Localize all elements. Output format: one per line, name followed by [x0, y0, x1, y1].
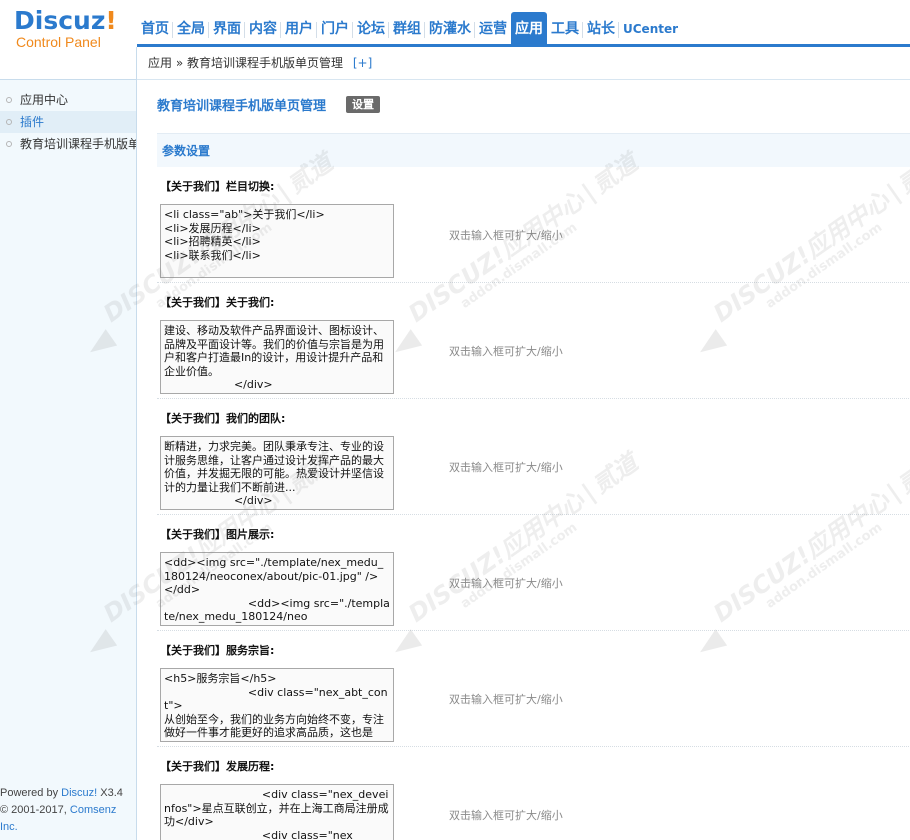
main-content: 教育培训课程手机版单页管理 设置 参数设置 【关于我们】栏目切换: <li cla…	[137, 81, 910, 840]
setting-hint: 双击输入框可扩大/缩小	[449, 693, 563, 706]
setting-hint: 双击输入框可扩大/缩小	[449, 229, 563, 242]
discuz-logo[interactable]: Discuz! Control Panel	[14, 6, 134, 51]
setting-textarea[interactable]: <h5>服务宗旨</h5> <div class="nex_abt_cont">…	[160, 668, 394, 742]
section-title: 参数设置	[157, 133, 910, 167]
sidebar-item-1[interactable]: 插件	[0, 111, 136, 133]
settings-tab[interactable]: 设置	[346, 95, 381, 113]
setting-hint: 双击输入框可扩大/缩小	[449, 809, 563, 822]
discuz-link[interactable]: Discuz!	[61, 787, 97, 799]
nav-tab-3[interactable]: 内容	[245, 12, 281, 46]
sidebar-item-label: 教育培训课程手机版单页管理	[20, 137, 136, 151]
powered-by: Powered by Discuz! X3.4	[0, 787, 123, 799]
nav-tab-10[interactable]: 应用	[511, 12, 547, 46]
setting-hint: 双击输入框可扩大/缩小	[449, 577, 563, 590]
sidebar-menu: 应用中心插件教育培训课程手机版单页管理	[0, 80, 136, 155]
header: Discuz! Control Panel 首页 全局 界面 内容 用户 门户 论坛 群组 防灌…	[0, 0, 910, 51]
nav-tab-6[interactable]: 论坛	[353, 12, 389, 46]
sidebar-item-0[interactable]: 应用中心	[0, 89, 136, 111]
setting-label: 【关于我们】图片展示:	[160, 528, 275, 541]
bullet-icon	[6, 119, 12, 125]
sidebar-item-label: 插件	[20, 115, 45, 129]
setting-textarea[interactable]: 断精进，力求完美。团队秉承专注、专业的设计服务思维，让客户通过设计发挥产品的最大…	[160, 436, 394, 510]
breadcrumb-root[interactable]: 应用	[148, 56, 172, 70]
nav-tab-0[interactable]: 首页	[137, 12, 173, 46]
nav-tab-13[interactable]: UCenter	[619, 12, 682, 46]
nav-tab-1[interactable]: 全局	[173, 12, 209, 46]
logo-text: Discuz!	[14, 6, 117, 35]
setting-label: 【关于我们】栏目切换:	[160, 180, 275, 193]
nav-tab-5[interactable]: 门户	[317, 12, 353, 46]
setting-hint: 双击输入框可扩大/缩小	[449, 345, 563, 358]
bullet-icon	[6, 141, 12, 147]
sidebar: 应用中心插件教育培训课程手机版单页管理 Powered by Discuz! X…	[0, 47, 137, 840]
breadcrumb-current: 教育培训课程手机版单页管理	[187, 56, 344, 70]
nav-tab-11[interactable]: 工具	[547, 12, 583, 46]
setting-hint: 双击输入框可扩大/缩小	[449, 461, 563, 474]
setting-row: 【关于我们】图片展示: <dd><img src="./template/nex_…	[157, 515, 910, 631]
nav-tab-4[interactable]: 用户	[281, 12, 317, 46]
copyright: © 2001-2017, Comsenz Inc.	[0, 804, 117, 833]
setting-row: 【关于我们】我们的团队: 断精进，力求完美。团队秉承专注、专业的设计服务思维，让客…	[157, 399, 910, 515]
setting-row: 【关于我们】发展历程: <div class="nex_deveinfos">星…	[157, 747, 910, 840]
settings-panel: 参数设置 【关于我们】栏目切换: <li class="ab">关于我们</li>…	[157, 133, 910, 840]
settings-list: 【关于我们】栏目切换: <li class="ab">关于我们</li> <li>…	[157, 167, 910, 840]
setting-row: 【关于我们】服务宗旨: <h5>服务宗旨</h5> <div class="nex…	[157, 631, 910, 747]
setting-label: 【关于我们】发展历程:	[160, 760, 275, 773]
sidebar-footer: Powered by Discuz! X3.4 © 2001-2017, Com…	[0, 785, 137, 836]
nav-tab-2[interactable]: 界面	[209, 12, 245, 46]
sidebar-item-2[interactable]: 教育培训课程手机版单页管理	[0, 133, 136, 155]
setting-textarea[interactable]: 建设、移动及软件产品界面设计、图标设计、品牌及平面设计等。我们的价值与宗旨是为用…	[160, 320, 394, 394]
nav-tab-9[interactable]: 运营	[475, 12, 511, 46]
setting-label: 【关于我们】服务宗旨:	[160, 644, 275, 657]
page-title: 教育培训课程手机版单页管理	[157, 98, 327, 114]
breadcrumb: 应用 » 教育培训课程手机版单页管理 [+]	[137, 47, 910, 80]
setting-textarea[interactable]: <li class="ab">关于我们</li> <li>发展历程</li> <…	[160, 204, 394, 278]
setting-label: 【关于我们】关于我们:	[160, 296, 275, 309]
sidebar-header-spacer	[0, 47, 136, 80]
sidebar-item-label: 应用中心	[20, 93, 69, 107]
page-header: 教育培训课程手机版单页管理 设置	[157, 94, 381, 114]
setting-textarea[interactable]: <dd><img src="./template/nex_medu_180124…	[160, 552, 394, 626]
setting-row: 【关于我们】关于我们: 建设、移动及软件产品界面设计、图标设计、品牌及平面设计等。…	[157, 283, 910, 399]
setting-label: 【关于我们】我们的团队:	[160, 412, 286, 425]
top-nav: 首页 全局 界面 内容 用户 门户 论坛 群组 防灌水 运营 应用 工具 站长 UCenter	[137, 12, 682, 46]
setting-textarea[interactable]: <div class="nex_deveinfos">星点互联创立，并在上海工商…	[160, 784, 394, 840]
nav-tab-8[interactable]: 防灌水	[425, 12, 475, 46]
nav-tab-12[interactable]: 站长	[583, 12, 619, 46]
nav-tab-7[interactable]: 群组	[389, 12, 425, 46]
bullet-icon	[6, 97, 12, 103]
setting-row: 【关于我们】栏目切换: <li class="ab">关于我们</li> <li>…	[157, 167, 910, 283]
breadcrumb-separator: »	[175, 56, 184, 70]
add-shortcut-button[interactable]: [+]	[353, 56, 372, 70]
